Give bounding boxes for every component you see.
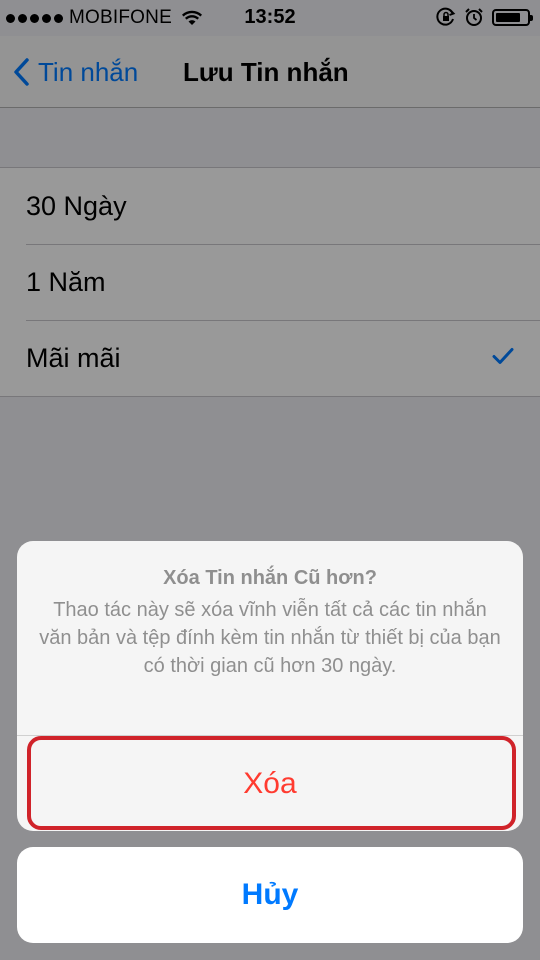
action-sheet-header: Xóa Tin nhắn Cũ hơn? Thao tác này sẽ xóa… (17, 541, 523, 735)
action-sheet-title: Xóa Tin nhắn Cũ hơn? (163, 567, 377, 589)
action-sheet-message: Thao tác này sẽ xóa vĩnh viễn tất cả các… (39, 599, 501, 677)
highlight-annotation-box (27, 736, 516, 830)
cancel-button[interactable]: Hủy (17, 847, 523, 943)
